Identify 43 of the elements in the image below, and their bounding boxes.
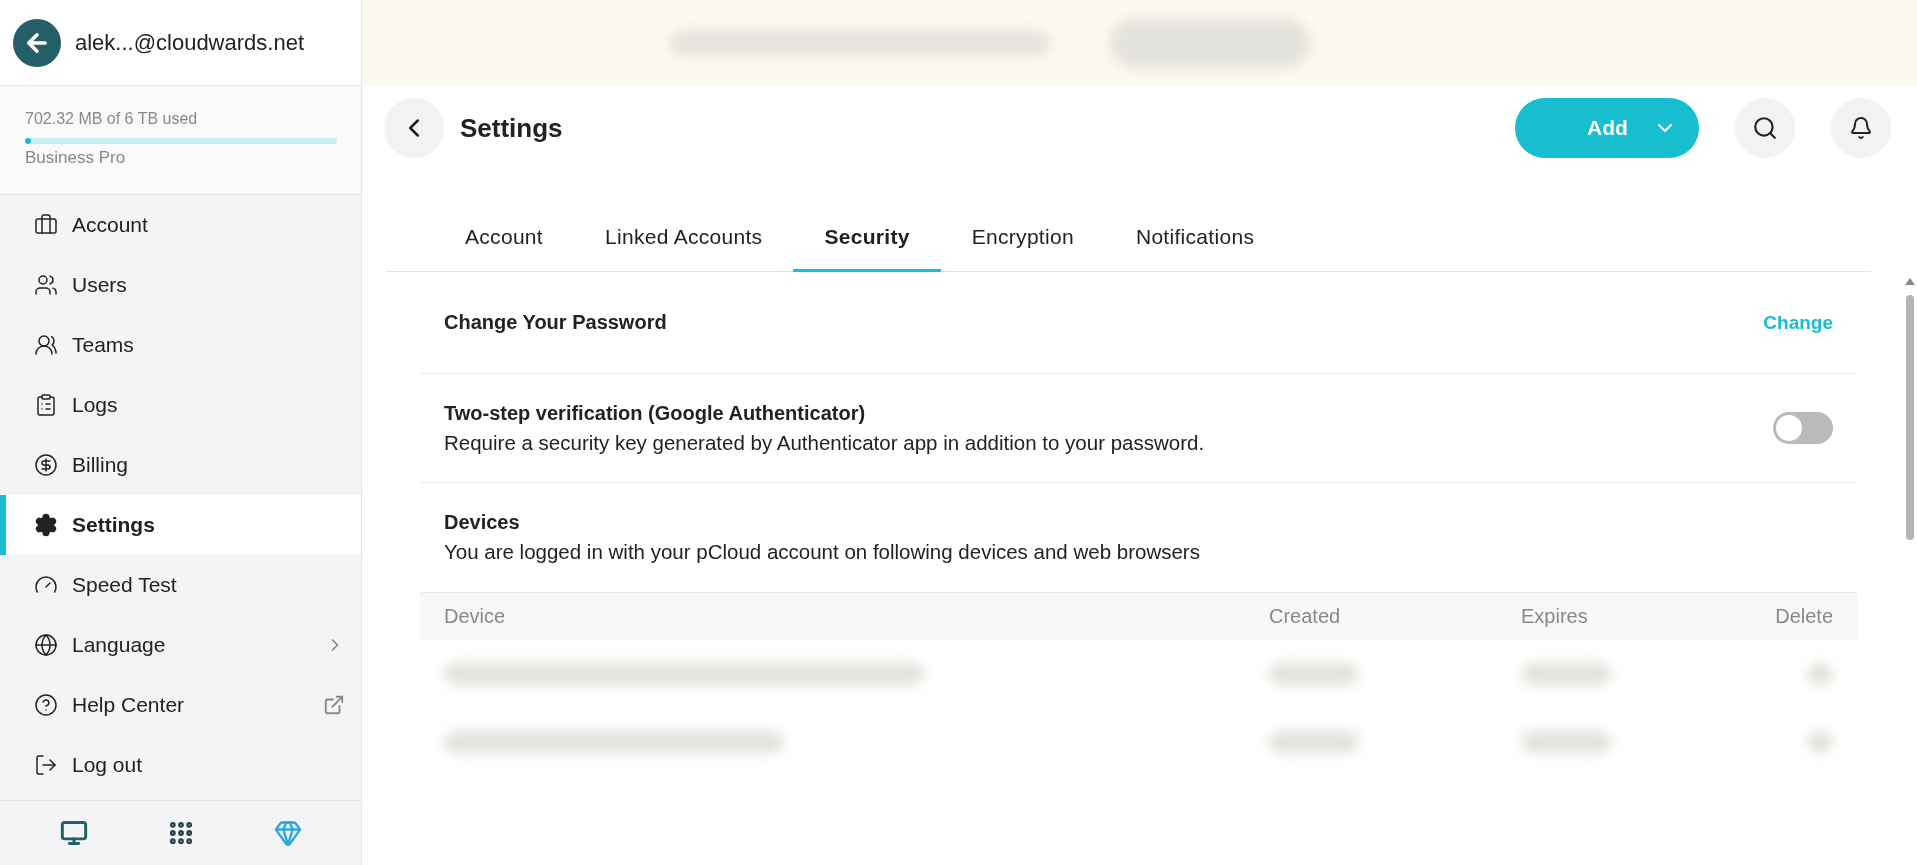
briefcase-icon	[34, 213, 58, 237]
monitor-icon[interactable]	[59, 819, 88, 847]
column-header: Delete	[1774, 605, 1833, 628]
users-icon	[34, 273, 58, 297]
help-icon	[34, 693, 58, 717]
logout-icon	[34, 753, 58, 777]
nav-item[interactable]: Logs	[0, 375, 361, 435]
nav-item[interactable]: Language	[0, 615, 361, 675]
toggle-switch[interactable]	[1773, 412, 1833, 444]
globe-icon	[34, 633, 58, 657]
back-button[interactable]	[13, 18, 61, 67]
external-link-icon	[323, 694, 345, 716]
section-description: Require a security key generated by Authenticator app in addition to your password.	[444, 430, 1206, 455]
page-title: Settings	[460, 112, 564, 144]
search-icon	[1752, 115, 1778, 141]
section-description: You are logged in with your pCloud account on following devices and web browsers	[444, 540, 1201, 564]
section-title: Change Your Password	[444, 311, 668, 334]
bell-icon	[1849, 116, 1873, 140]
storage-usage: 702.32 MB of 6 TB used	[25, 110, 199, 128]
nav-item[interactable]: Settings	[0, 495, 361, 555]
tab[interactable]: Encryption	[940, 204, 1105, 272]
nav-item[interactable]: Billing	[0, 435, 361, 495]
nav-item[interactable]: Help Center	[0, 675, 361, 735]
gear-icon	[34, 513, 58, 537]
nav-item[interactable]: Log out	[0, 735, 361, 795]
column-header: Expires	[1521, 605, 1589, 628]
section-title: Two-step verification (Google Authenticator)	[444, 401, 867, 425]
tab[interactable]: Notifications	[1104, 204, 1286, 272]
account-email: alek...@cloudwards.net	[75, 29, 304, 56]
column-header: Created	[1269, 605, 1342, 628]
nav-item[interactable]: Teams	[0, 315, 361, 375]
tab[interactable]: Account	[434, 204, 574, 272]
dollar-icon	[34, 453, 58, 477]
nav-item[interactable]: Account	[0, 195, 361, 255]
column-header: Device	[444, 605, 507, 628]
plan-name: Business Pro	[25, 148, 127, 168]
people-icon	[34, 333, 58, 357]
nav-item[interactable]: Users	[0, 255, 361, 315]
tab[interactable]: Linked Accounts	[574, 204, 794, 272]
clipboard-icon	[34, 393, 58, 417]
tab[interactable]: Security	[793, 204, 941, 272]
section-title: Devices	[444, 511, 521, 534]
nav-item[interactable]: Speed Test	[0, 555, 361, 615]
